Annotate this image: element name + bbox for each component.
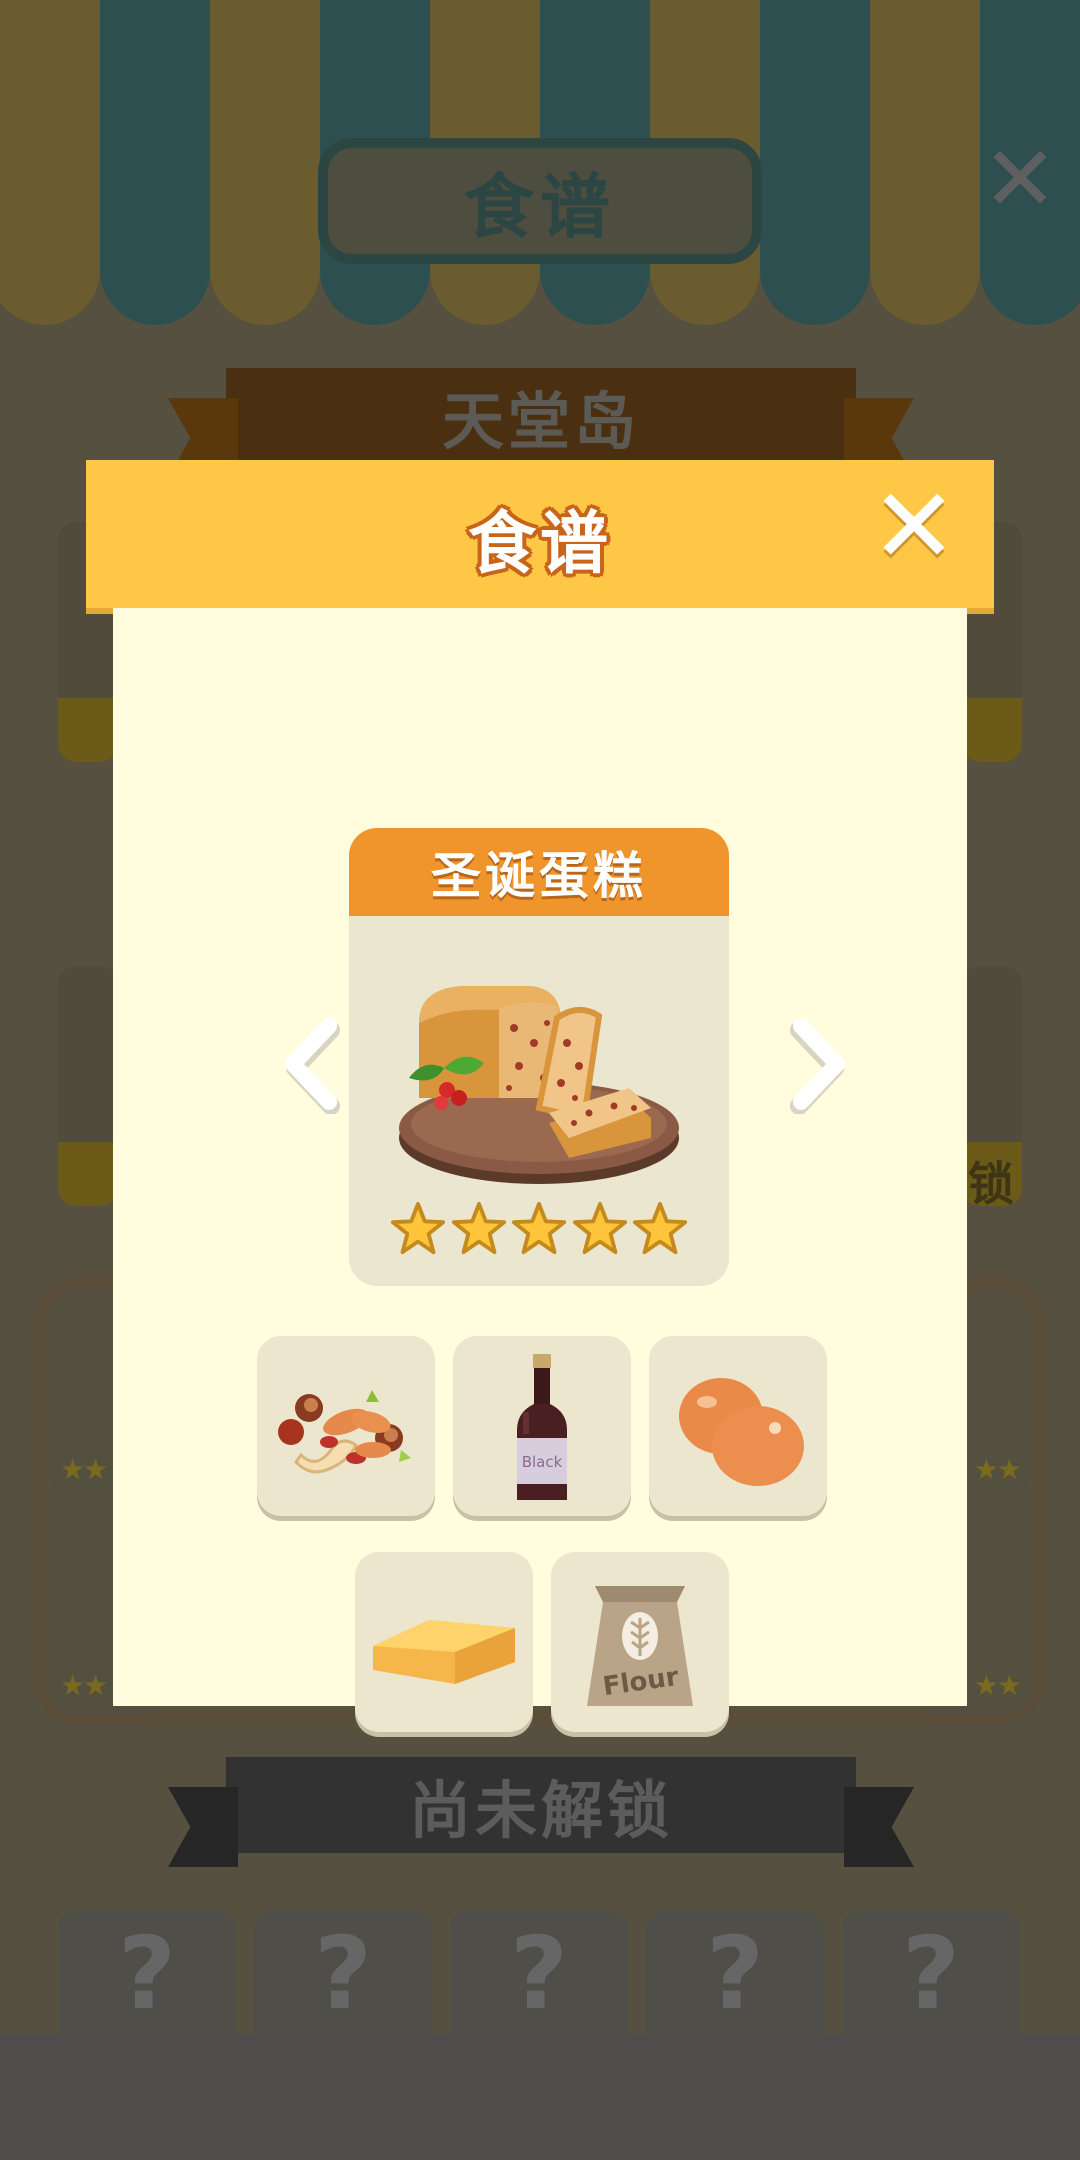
star-icon <box>451 1201 506 1255</box>
ingredient-flour[interactable]: Flour <box>551 1552 729 1732</box>
dish-title-bar: 圣诞蛋糕 <box>349 828 729 916</box>
recipe-modal: 食谱 ✕ 圣诞蛋糕 Black Flour <box>86 460 994 1732</box>
star-icon <box>511 1201 567 1255</box>
close-icon[interactable]: ✕ <box>866 474 962 578</box>
locked-recipe-slot: ? <box>842 1912 1020 2034</box>
locked-section-ribbon: 尚未解锁 <box>168 1757 914 1867</box>
modal-title: 食谱 <box>467 505 612 584</box>
section-ribbon: 天堂岛 <box>168 368 914 478</box>
locked-recipe-slot: ? <box>450 1912 628 2034</box>
question-mark-icon: ? <box>901 1914 960 2032</box>
mixed-nuts-icon <box>278 1390 411 1474</box>
ingredient-nuts[interactable] <box>257 1336 435 1516</box>
modal-body: 圣诞蛋糕 Black Flour <box>113 608 967 1732</box>
ingredient-butter[interactable] <box>355 1552 533 1732</box>
dish-rating <box>389 1200 689 1266</box>
modal-header: 食谱 ✕ <box>86 460 994 608</box>
ingredient-black-wine[interactable]: Black <box>453 1336 631 1516</box>
wine-label: Black <box>522 1453 563 1471</box>
question-mark-icon: ? <box>313 1914 372 2032</box>
locked-recipe-slot: ? <box>58 1912 236 2034</box>
previous-arrow-icon[interactable] <box>277 1014 347 1114</box>
star-icon <box>632 1201 688 1255</box>
dish-card: 圣诞蛋糕 <box>349 828 729 1286</box>
flour-bag-icon: Flour <box>587 1586 693 1706</box>
dish-name: 圣诞蛋糕 <box>431 847 647 905</box>
locked-recipes-row: ? ? ? ? ? <box>58 1912 1022 2034</box>
question-mark-icon: ? <box>705 1914 764 2032</box>
star-icon <box>572 1201 627 1255</box>
question-mark-icon: ? <box>509 1914 568 2032</box>
background-footer <box>0 2034 1080 2160</box>
question-mark-icon: ? <box>117 1914 176 2032</box>
locked-section-title: 尚未解锁 <box>408 1774 673 1847</box>
butter-icon <box>373 1620 515 1684</box>
section-title: 天堂岛 <box>441 385 640 458</box>
background-title-plate: 食谱 <box>318 138 762 264</box>
ingredient-eggs[interactable] <box>649 1336 827 1516</box>
background-close-icon: ✕ <box>982 127 1058 232</box>
christmas-cake-image <box>399 986 679 1184</box>
eggs-icon <box>679 1378 804 1486</box>
star-icon <box>390 1201 446 1255</box>
locked-recipe-slot: ? <box>646 1912 824 2034</box>
locked-recipe-slot: ? <box>254 1912 432 2034</box>
background-title: 食谱 <box>464 165 616 248</box>
wine-bottle-icon: Black <box>517 1354 567 1500</box>
next-arrow-icon[interactable] <box>783 1014 853 1114</box>
